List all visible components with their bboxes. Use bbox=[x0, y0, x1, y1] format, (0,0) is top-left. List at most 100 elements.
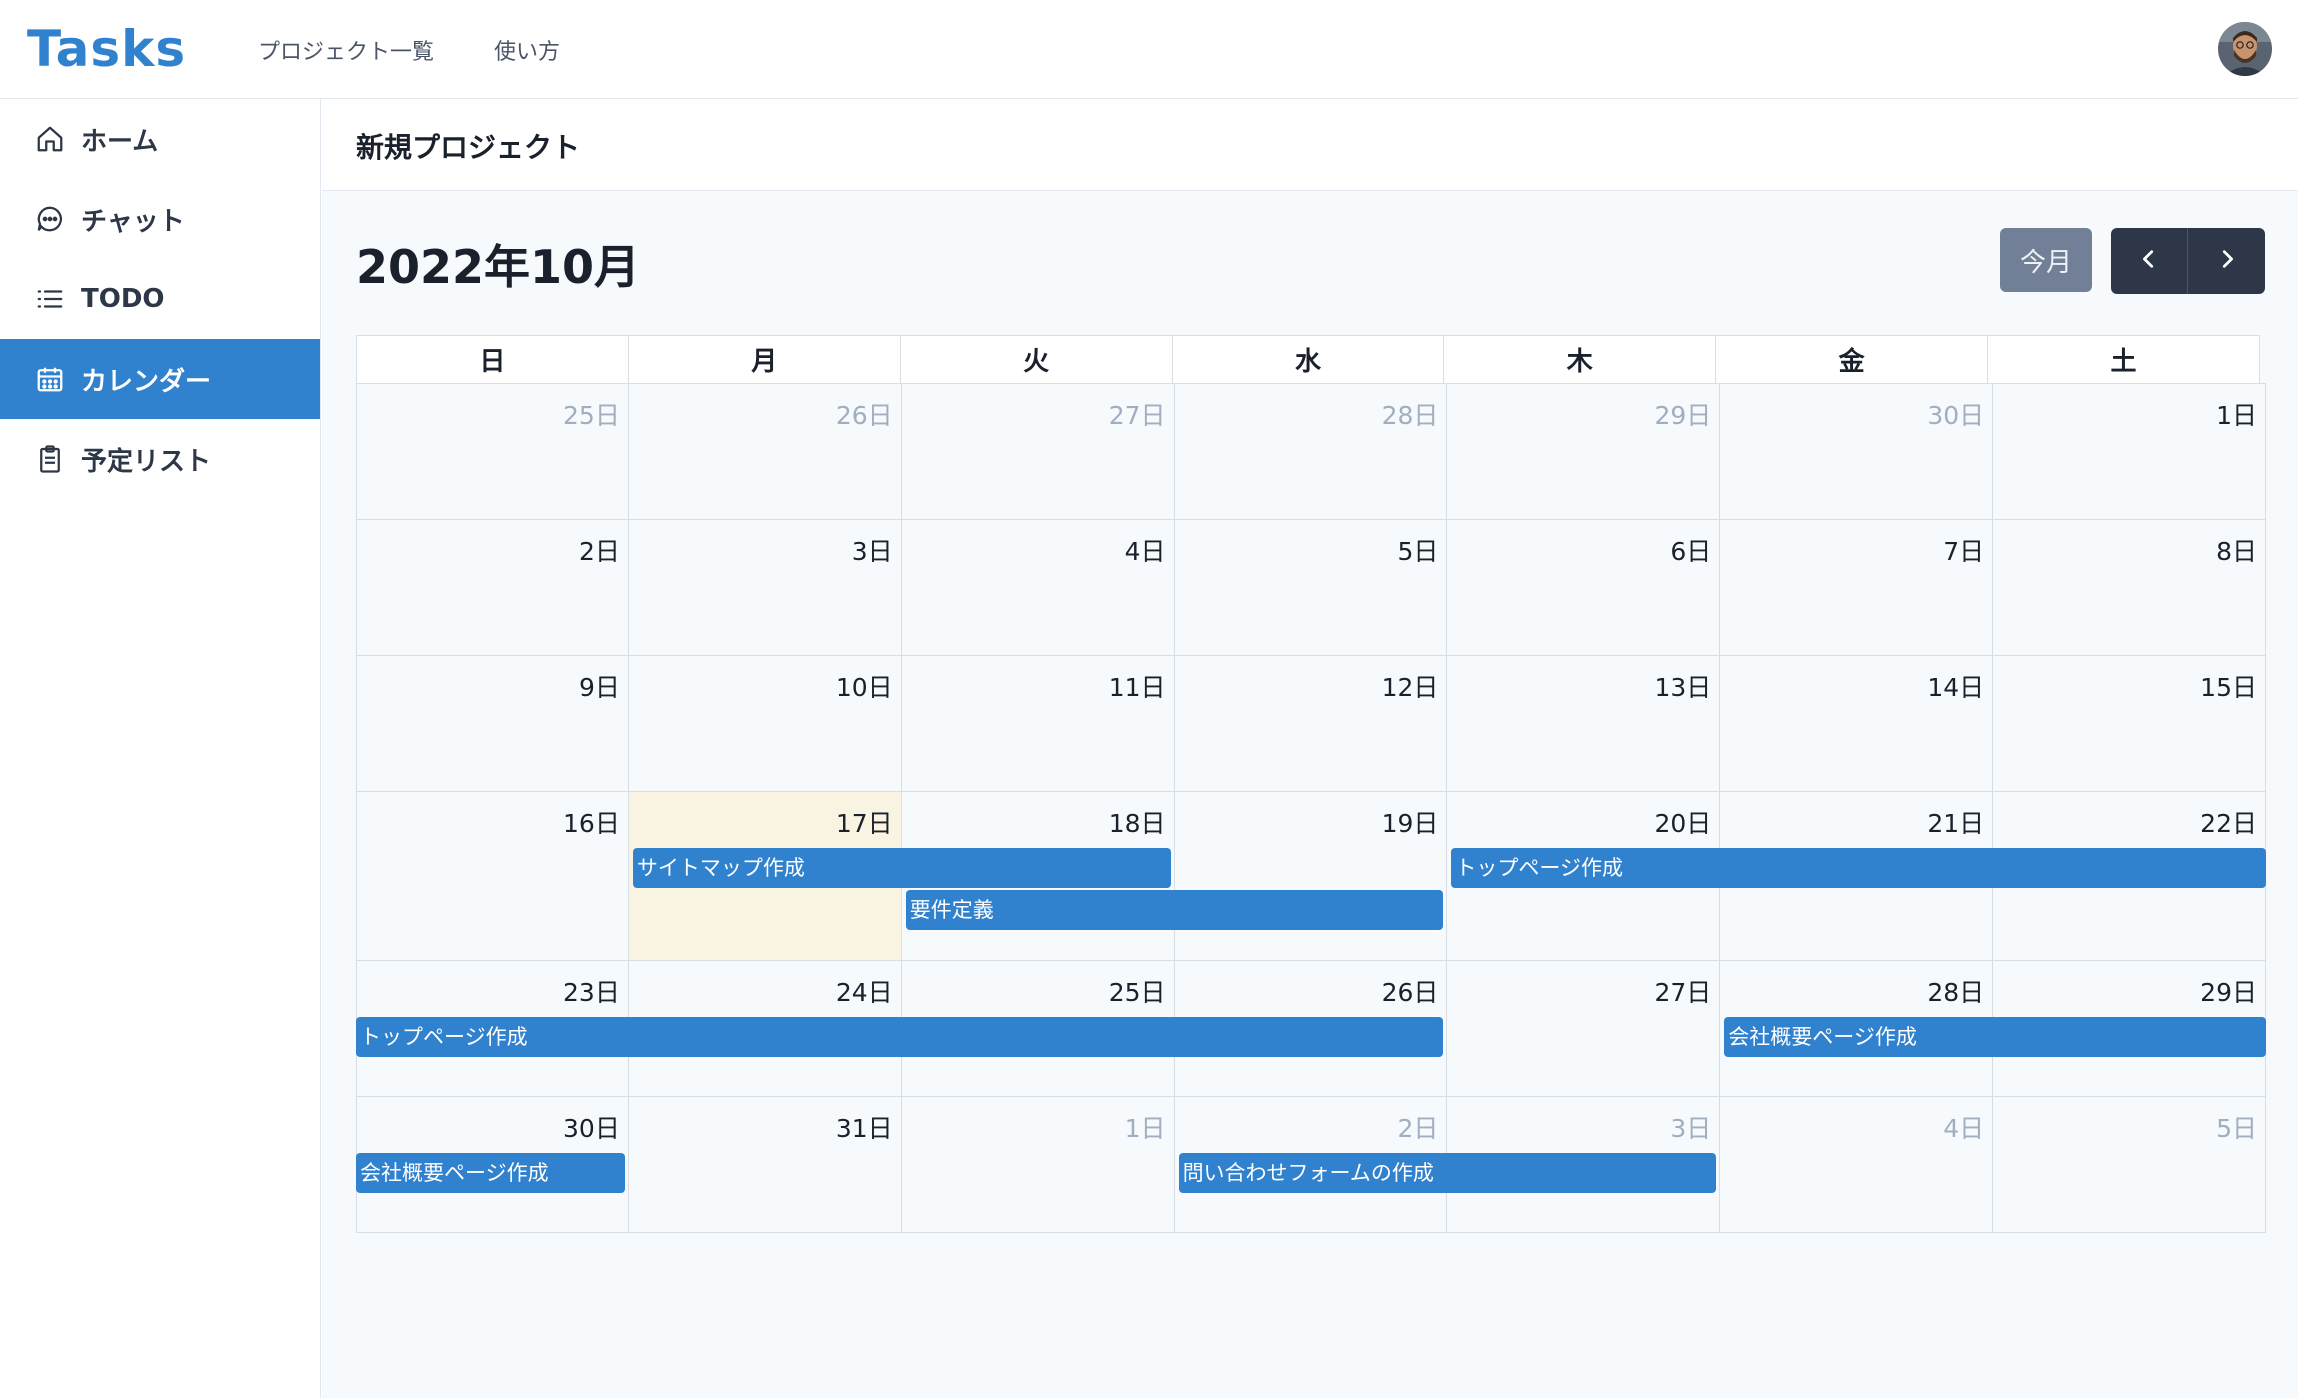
calendar-day-cell[interactable]: 5日 bbox=[1992, 1096, 2266, 1233]
calendar-day-cell[interactable]: 5日 bbox=[1173, 519, 1448, 656]
day-number: 6日 bbox=[1670, 537, 1712, 566]
calendar-day-cell[interactable]: 7日 bbox=[1719, 519, 1994, 656]
day-number: 28日 bbox=[1927, 978, 1985, 1007]
calendar-day-cell[interactable]: 1日 bbox=[900, 1096, 1175, 1233]
calendar-day-cell[interactable]: 13日 bbox=[1446, 655, 1721, 792]
user-avatar[interactable] bbox=[2218, 22, 2272, 76]
top-bar: Tasks プロジェクト一覧 使い方 bbox=[0, 0, 2298, 99]
calendar-event[interactable]: トップページ作成 bbox=[1451, 848, 2266, 888]
calendar-event[interactable]: 問い合わせフォームの作成 bbox=[1178, 1153, 1717, 1193]
sidebar-item-chat[interactable]: チャット bbox=[0, 179, 320, 259]
day-number: 19日 bbox=[1381, 809, 1439, 838]
calendar-day-cell[interactable]: 25日 bbox=[356, 383, 629, 520]
weekday-mon: 月 bbox=[627, 335, 901, 384]
calendar-day-cell[interactable]: 19日 bbox=[1173, 791, 1448, 961]
calendar-day-cell[interactable]: 3日 bbox=[627, 519, 902, 656]
day-number: 9日 bbox=[578, 673, 620, 702]
weekday-thu: 木 bbox=[1443, 335, 1717, 384]
day-number: 5日 bbox=[2216, 1114, 2257, 1143]
calendar-event[interactable]: 会社概要ページ作成 bbox=[1724, 1017, 2266, 1057]
day-number: 25日 bbox=[1108, 978, 1166, 1007]
day-number: 24日 bbox=[835, 978, 893, 1007]
day-number: 10日 bbox=[835, 673, 893, 702]
sidebar-item-home[interactable]: ホーム bbox=[0, 99, 320, 179]
calendar-day-cell[interactable]: 14日 bbox=[1719, 655, 1994, 792]
calendar-day-cell[interactable]: 27日 bbox=[1446, 960, 1721, 1097]
calendar-day-cell[interactable]: 4日 bbox=[900, 519, 1175, 656]
weekday-header: 日 月 火 水 木 金 土 bbox=[356, 335, 2266, 384]
day-number: 7日 bbox=[1943, 537, 1985, 566]
sidebar-item-label: チャット bbox=[81, 206, 185, 237]
day-number: 2日 bbox=[1397, 1114, 1439, 1143]
calendar-event[interactable]: 要件定義 bbox=[905, 890, 1444, 930]
day-number: 31日 bbox=[835, 1114, 893, 1143]
list-icon bbox=[33, 282, 67, 316]
nav-project-list-link[interactable]: プロジェクト一覧 bbox=[258, 34, 434, 66]
home-icon bbox=[33, 122, 67, 156]
top-nav: プロジェクト一覧 使い方 bbox=[258, 34, 560, 66]
nav-how-to-link[interactable]: 使い方 bbox=[494, 34, 560, 66]
calendar-day-cell[interactable]: 30日 bbox=[1719, 383, 1994, 520]
next-month-button[interactable] bbox=[2188, 228, 2265, 294]
day-number: 14日 bbox=[1927, 673, 1985, 702]
day-number: 23日 bbox=[563, 978, 620, 1007]
weekday-fri: 金 bbox=[1715, 335, 1989, 384]
calendar-day-cell[interactable]: 4日 bbox=[1719, 1096, 1994, 1233]
day-number: 4日 bbox=[1943, 1114, 1985, 1143]
calendar-day-cell[interactable]: 12日 bbox=[1173, 655, 1448, 792]
day-number: 4日 bbox=[1124, 537, 1166, 566]
calendar-day-cell[interactable]: 1日 bbox=[1992, 383, 2266, 520]
calendar-day-cell[interactable]: 29日 bbox=[1446, 383, 1721, 520]
calendar-day-cell[interactable]: 28日 bbox=[1173, 383, 1448, 520]
day-number: 1日 bbox=[2216, 401, 2257, 430]
day-number: 21日 bbox=[1927, 809, 1985, 838]
calendar-day-cell[interactable]: 10日 bbox=[627, 655, 902, 792]
chat-icon bbox=[33, 202, 67, 236]
day-number: 29日 bbox=[1654, 401, 1712, 430]
prev-month-button[interactable] bbox=[2111, 228, 2188, 294]
sidebar-item-label: ホーム bbox=[81, 126, 159, 157]
calendar-event[interactable]: トップページ作成 bbox=[356, 1017, 1444, 1057]
project-header: 新規プロジェクト bbox=[322, 99, 2298, 191]
day-number: 30日 bbox=[1927, 401, 1985, 430]
clipboard-icon bbox=[33, 442, 67, 476]
day-number: 3日 bbox=[851, 537, 893, 566]
sidebar-item-calendar[interactable]: カレンダー bbox=[0, 339, 320, 419]
day-number: 3日 bbox=[1670, 1114, 1712, 1143]
weekday-sun: 日 bbox=[356, 335, 629, 384]
day-number: 27日 bbox=[1654, 978, 1712, 1007]
sidebar-item-schedule-list[interactable]: 予定リスト bbox=[0, 419, 320, 499]
main-content: 新規プロジェクト 2022年10月 今月 日 月 火 水 木 金 土 25日 26… bbox=[322, 99, 2298, 1398]
calendar-day-cell[interactable]: 11日 bbox=[900, 655, 1175, 792]
project-title: 新規プロジェクト bbox=[356, 131, 581, 164]
day-number: 2日 bbox=[578, 537, 620, 566]
day-number: 5日 bbox=[1397, 537, 1439, 566]
day-number: 30日 bbox=[563, 1114, 620, 1143]
sidebar-item-label: TODO bbox=[81, 284, 165, 314]
current-month-button[interactable]: 今月 bbox=[2000, 228, 2092, 292]
day-number: 13日 bbox=[1654, 673, 1712, 702]
calendar-icon bbox=[33, 362, 67, 396]
day-number: 27日 bbox=[1108, 401, 1166, 430]
calendar-day-cell[interactable]: 15日 bbox=[1992, 655, 2266, 792]
calendar-event[interactable]: サイトマップ作成 bbox=[632, 848, 1171, 888]
calendar-days: 25日 26日 27日 28日 29日 30日 1日 2日 3日 4日 5日 6日 7日 8日 9日 10日 1… bbox=[356, 383, 2266, 1233]
calendar-day-cell[interactable]: 8日 bbox=[1992, 519, 2266, 656]
calendar-day-cell[interactable]: 6日 bbox=[1446, 519, 1721, 656]
calendar-day-cell[interactable]: 26日 bbox=[627, 383, 902, 520]
day-number: 22日 bbox=[2200, 809, 2257, 838]
calendar-day-cell[interactable]: 16日 bbox=[356, 791, 629, 961]
app-logo[interactable]: Tasks bbox=[27, 20, 186, 78]
calendar-day-cell[interactable]: 2日 bbox=[356, 519, 629, 656]
day-number: 8日 bbox=[2216, 537, 2257, 566]
sidebar-item-todo[interactable]: TODO bbox=[0, 259, 320, 339]
sidebar-item-label: 予定リスト bbox=[81, 446, 212, 477]
calendar-day-cell[interactable]: 31日 bbox=[627, 1096, 902, 1233]
day-number: 11日 bbox=[1108, 673, 1166, 702]
calendar-day-cell[interactable]: 27日 bbox=[900, 383, 1175, 520]
day-number: 28日 bbox=[1381, 401, 1439, 430]
weekday-tue: 火 bbox=[899, 335, 1173, 384]
calendar-day-cell[interactable]: 9日 bbox=[356, 655, 629, 792]
calendar-event[interactable]: 会社概要ページ作成 bbox=[356, 1153, 625, 1193]
chevron-left-icon bbox=[2138, 248, 2160, 274]
